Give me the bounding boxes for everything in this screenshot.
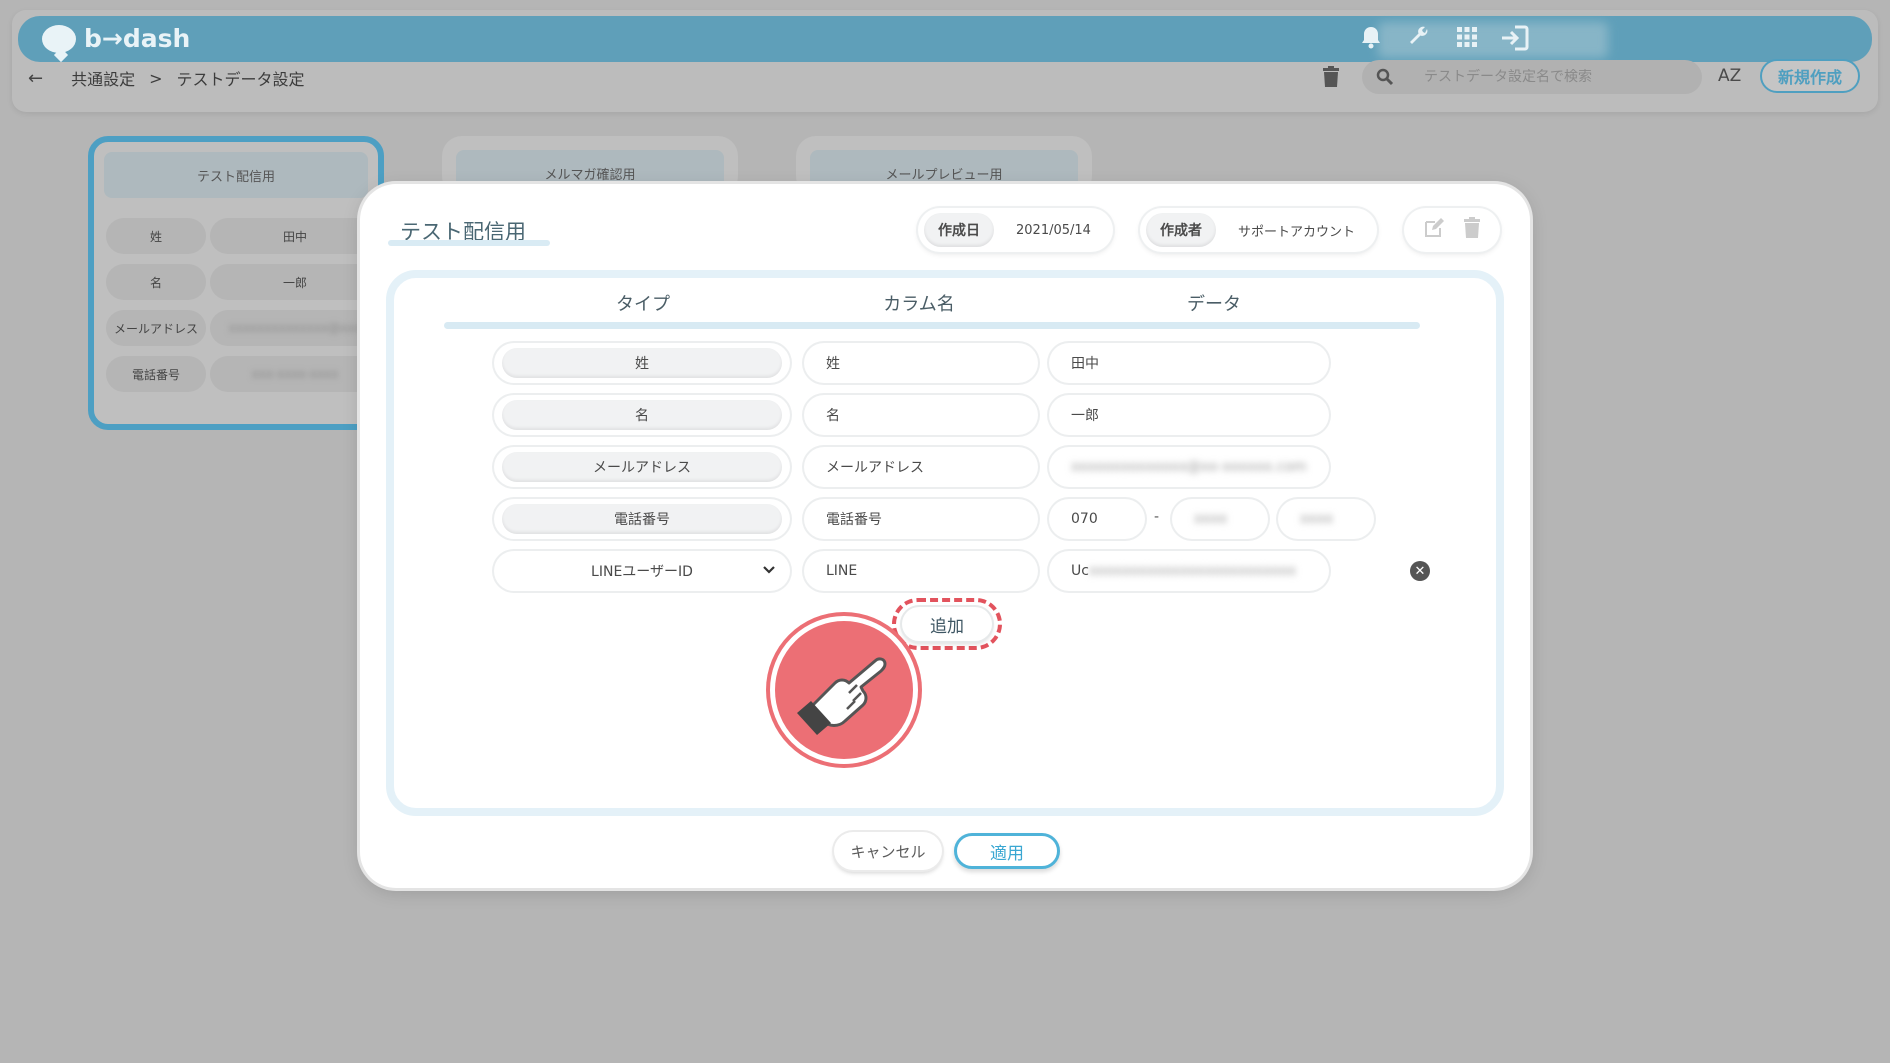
card-row-label: 姓 — [106, 218, 206, 254]
card-row-value: 田中 — [210, 218, 380, 254]
author-value: サポートアカウント — [1238, 224, 1356, 240]
line-id-prefix: Uc — [1071, 563, 1089, 579]
data-row: LINEユーザーID LINE Uc xxxxxxxxxxxxxxxxxxxxxx… — [494, 551, 1430, 591]
author-info: 作成者 サポートアカウント — [1140, 208, 1378, 252]
created-date-info: 作成日 2021/05/14 — [918, 208, 1113, 252]
type-value: 電話番号 — [502, 504, 782, 534]
edit-test-data-modal: テスト配信用 作成日 2021/05/14 作成者 サポートアカウント タイプ … — [360, 184, 1530, 888]
phone-part-1-input[interactable]: 070 — [1049, 499, 1145, 539]
logo[interactable]: b→dash — [42, 24, 190, 53]
card-row: メールアドレス xxxxxxxxxxxxxx@xxx — [106, 310, 386, 346]
grid-icon[interactable] — [1452, 25, 1482, 55]
new-create-button[interactable]: 新規作成 — [1760, 59, 1860, 93]
search-input[interactable] — [1424, 69, 1664, 85]
search-icon — [1376, 68, 1394, 86]
breadcrumb-separator: > — [149, 68, 163, 88]
card-row-label: 電話番号 — [106, 356, 206, 392]
phone-part-2-input[interactable]: xxxx — [1172, 499, 1268, 539]
brand-name: b→dash — [84, 24, 191, 53]
card-row: 電話番号 xxx-xxxx-xxxx — [106, 356, 386, 392]
data-row: 電話番号 電話番号 070 - xxxx xxxx — [494, 499, 1414, 539]
breadcrumb-item-test-data-settings: テストデータ設定 — [176, 70, 305, 89]
card-row-label: 名 — [106, 264, 206, 300]
column-name-input[interactable]: 名 — [804, 395, 1038, 435]
type-field: 電話番号 — [494, 499, 790, 539]
data-input[interactable]: 一郎 — [1049, 395, 1329, 435]
brand-bar: b→dash — [18, 16, 1872, 62]
column-header-column-name: カラム名 — [883, 294, 955, 315]
trash-icon[interactable] — [1322, 66, 1350, 94]
data-row: 名 名 一郎 — [494, 395, 1414, 435]
chevron-down-icon — [763, 566, 775, 574]
column-name-input[interactable]: 姓 — [804, 343, 1038, 383]
type-value: 姓 — [502, 348, 782, 378]
created-date-value: 2021/05/14 — [1016, 222, 1091, 238]
breadcrumb-item-common-settings[interactable]: 共通設定 — [71, 66, 135, 90]
delete-icon[interactable] — [1463, 217, 1481, 243]
data-row: 姓 姓 田中 — [494, 343, 1414, 383]
card-row-value: xxxxxxxxxxxxxx@xxx — [210, 310, 380, 346]
card-row-value: xxx-xxxx-xxxx — [210, 356, 380, 392]
card-row-value: 一郎 — [210, 264, 380, 300]
type-field: 名 — [494, 395, 790, 435]
back-arrow-icon[interactable]: ← — [28, 68, 43, 89]
data-input[interactable]: xxxxxxxxxxxxxx@xx-xxxxxx.com — [1049, 447, 1329, 487]
pointing-hand-icon — [770, 616, 918, 764]
column-name-input[interactable]: 電話番号 — [804, 499, 1038, 539]
cancel-button[interactable]: キャンセル — [834, 832, 942, 870]
data-table-panel: タイプ カラム名 データ 姓 姓 田中 名 名 一郎 メールアドレス メールアド… — [386, 270, 1504, 816]
type-field: 姓 — [494, 343, 790, 383]
header-divider — [444, 322, 1420, 329]
logo-bubble-icon — [42, 24, 76, 53]
apply-button[interactable]: 適用 — [954, 833, 1060, 869]
type-field: メールアドレス — [494, 447, 790, 487]
add-button[interactable]: 追加 — [902, 607, 992, 641]
modal-actions — [1404, 208, 1500, 252]
bell-icon[interactable] — [1356, 25, 1386, 55]
type-select-value: LINEユーザーID — [591, 564, 693, 580]
author-label: 作成者 — [1146, 213, 1216, 247]
card-row: 名 一郎 — [106, 264, 386, 300]
column-name-input[interactable]: LINE — [804, 551, 1038, 591]
sort-az-button[interactable]: AZ — [1718, 66, 1741, 86]
created-date-label: 作成日 — [924, 213, 994, 247]
line-id-value: xxxxxxxxxxxxxxxxxxxxxxxxx — [1088, 563, 1297, 579]
phone-part-3-input[interactable]: xxxx — [1278, 499, 1374, 539]
remove-row-icon[interactable]: ✕ — [1410, 561, 1430, 581]
column-name-input[interactable]: メールアドレス — [804, 447, 1038, 487]
login-icon[interactable] — [1500, 25, 1530, 55]
card-row-label: メールアドレス — [106, 310, 206, 346]
wrench-icon[interactable] — [1404, 25, 1434, 55]
type-value: 名 — [502, 400, 782, 430]
search-box — [1362, 60, 1702, 94]
card-row: 姓 田中 — [106, 218, 386, 254]
type-select[interactable]: LINEユーザーID — [494, 551, 790, 591]
title-underline — [388, 240, 550, 246]
test-data-card[interactable]: テスト配信用 姓 田中 名 一郎 メールアドレス xxxxxxxxxxxxxx@… — [88, 136, 384, 430]
data-input[interactable]: Uc xxxxxxxxxxxxxxxxxxxxxxxxx — [1049, 551, 1329, 591]
data-row: メールアドレス メールアドレス xxxxxxxxxxxxxx@xx-xxxxxx… — [494, 447, 1414, 487]
card-title: テスト配信用 — [104, 152, 368, 198]
type-value: メールアドレス — [502, 452, 782, 482]
phone-separator: - — [1154, 509, 1160, 525]
column-header-type: タイプ — [616, 294, 670, 315]
column-header-data: データ — [1187, 294, 1241, 315]
data-input[interactable]: 田中 — [1049, 343, 1329, 383]
breadcrumb: ← 共通設定 > テストデータ設定 — [28, 66, 305, 90]
edit-icon[interactable] — [1423, 217, 1445, 243]
